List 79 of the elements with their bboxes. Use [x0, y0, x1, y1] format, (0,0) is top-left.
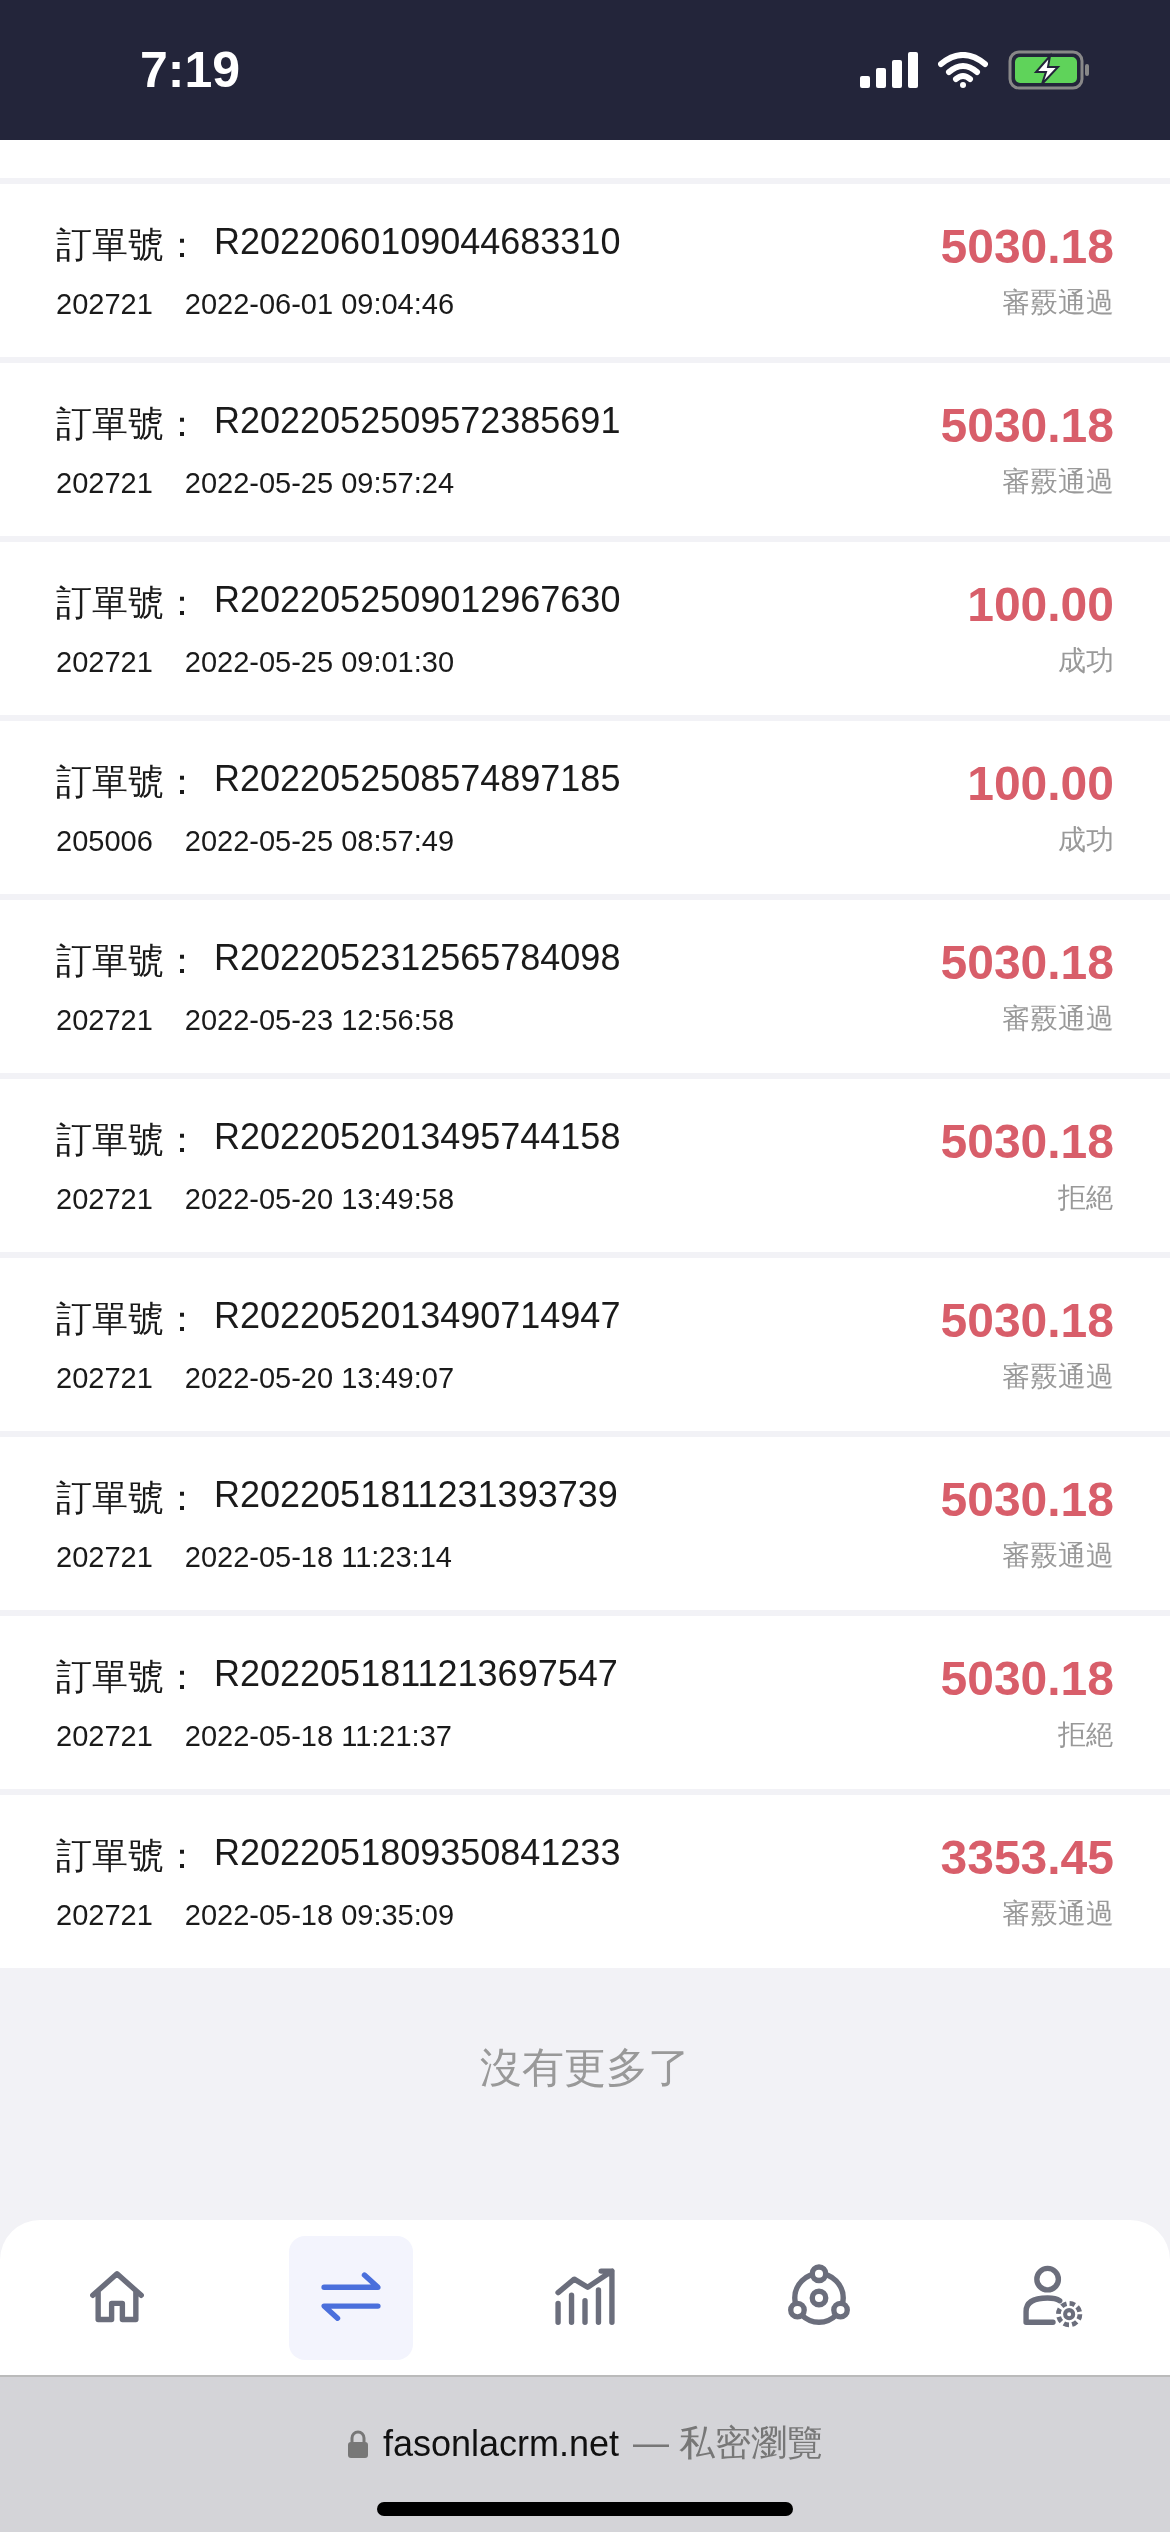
order-row[interactable]: 訂單號： R2022051811213697547 202721 2022-05-18 11:21:37 5030.18 拒絕: [0, 1616, 1170, 1789]
clock-time: 7:19: [140, 41, 241, 99]
order-label: 訂單號：: [56, 1654, 200, 1699]
order-amount: 5030.18: [940, 1293, 1114, 1348]
url-text[interactable]: fasonlacrm.net: [382, 2422, 620, 2465]
end-of-list-message: 沒有更多了: [480, 2043, 690, 2090]
user-id: 202721: [56, 1540, 153, 1574]
order-row[interactable]: 訂單號： R2022051811231393739 202721 2022-05-18 11:23:14 5030.18 審覈通過: [0, 1437, 1170, 1610]
order-label: 訂單號：: [56, 1117, 200, 1162]
order-status: 拒絕: [1058, 1718, 1114, 1752]
order-row[interactable]: 訂單號： R2022051809350841233 202721 2022-05-18 09:35:09 3353.45 審覈通過: [0, 1795, 1170, 1968]
order-datetime: 2022-05-20 13:49:58: [184, 1182, 455, 1216]
order-number: R2022052509012967630: [214, 578, 621, 622]
user-id: 202721: [56, 1003, 153, 1037]
order-number: R2022052509572385691: [214, 399, 621, 443]
order-datetime: 2022-05-18 11:23:14: [184, 1540, 452, 1574]
order-amount: 3353.45: [940, 1830, 1114, 1885]
order-row[interactable]: 訂單號： R2022052013495744158 202721 2022-05-20 13:49:58 5030.18 拒絕: [0, 1079, 1170, 1252]
user-id: 202721: [56, 1898, 153, 1932]
browsing-mode: — 私密瀏覽: [633, 2421, 824, 2465]
wifi-icon: [938, 52, 988, 88]
order-datetime: 2022-05-23 12:56:58: [184, 1003, 455, 1037]
order-number: R2022051809350841233: [214, 1831, 621, 1875]
user-id: 202721: [56, 466, 153, 500]
order-label: 訂單號：: [56, 580, 200, 625]
order-datetime: 2022-05-25 08:57:49: [184, 824, 455, 858]
order-amount: 100.00: [967, 756, 1114, 811]
order-label: 訂單號：: [56, 1296, 200, 1341]
order-row[interactable]: 訂單號： R2022052508574897185 205006 2022-05-25 08:57:49 100.00 成功: [0, 721, 1170, 894]
order-amount: 5030.18: [940, 1114, 1114, 1169]
order-status: 成功: [1058, 823, 1114, 857]
order-label: 訂單號：: [56, 1475, 200, 1520]
order-status: 拒絕: [1058, 1181, 1114, 1215]
order-amount: 100.00: [967, 577, 1114, 632]
order-status: 審覈通過: [1002, 1539, 1114, 1573]
tab-button[interactable]: [289, 2235, 413, 2360]
order-datetime: 2022-05-25 09:01:30: [184, 645, 455, 679]
order-status: 審覈通過: [1002, 1360, 1114, 1394]
user-id: 202721: [56, 1182, 153, 1216]
order-label: 訂單號：: [56, 759, 200, 804]
order-row[interactable]: 訂單號： R2022060109044683310 202721 2022-06-01 09:04:46 5030.18 審覈通過: [0, 184, 1170, 357]
order-datetime: 2022-05-18 09:35:09: [184, 1898, 455, 1932]
battery-charging-icon: [1008, 50, 1090, 90]
order-row[interactable]: 訂單號： R2022052509012967630 202721 2022-05-25 09:01:30 100.00 成功: [0, 542, 1170, 715]
order-row[interactable]: 訂單號： R2022052013490714947 202721 2022-05-20 13:49:07 5030.18 審覈通過: [0, 1258, 1170, 1431]
order-label: 訂單號：: [56, 401, 200, 446]
order-status: 審覈通過: [1002, 286, 1114, 320]
order-number: R2022051811213697547: [214, 1652, 618, 1696]
order-amount: 5030.18: [940, 1651, 1114, 1706]
order-number: R2022052508574897185: [214, 757, 621, 801]
order-datetime: 2022-05-20 13:49:07: [184, 1361, 455, 1395]
order-status: 成功: [1058, 644, 1114, 678]
order-status: 審覈通過: [1002, 1002, 1114, 1036]
user-id: 202721: [56, 645, 153, 679]
order-datetime: 2022-06-01 09:04:46: [184, 287, 455, 321]
order-amount: 5030.18: [940, 935, 1114, 990]
order-datetime: 2022-05-18 11:21:37: [184, 1719, 452, 1753]
order-label: 訂單號：: [56, 222, 200, 267]
order-label: 訂單號：: [56, 938, 200, 983]
order-amount: 5030.18: [940, 219, 1114, 274]
order-number: R2022052013490714947: [214, 1294, 621, 1338]
user-id: 202721: [56, 1361, 153, 1395]
user-id: 202721: [56, 1719, 153, 1753]
order-amount: 5030.18: [940, 398, 1114, 453]
order-amount: 5030.18: [940, 1472, 1114, 1527]
order-datetime: 2022-05-25 09:57:24: [184, 466, 455, 500]
user-id: 205006: [56, 824, 153, 858]
order-number: R2022051811231393739: [214, 1473, 618, 1517]
order-number: R2022052312565784098: [214, 936, 621, 980]
signal-icon: [860, 52, 918, 88]
lock-icon: [346, 2428, 369, 2459]
order-row[interactable]: 訂單號： R2022052312565784098 202721 2022-05-23 12:56:58 5030.18 審覈通過: [0, 900, 1170, 1073]
order-label: 訂單號：: [56, 1833, 200, 1878]
order-status: 審覈通過: [1002, 465, 1114, 499]
order-number: R2022060109044683310: [214, 220, 621, 264]
order-status: 審覈通過: [1002, 1897, 1114, 1931]
order-row[interactable]: 訂單號： R2022052509572385691 202721 2022-05-25 09:57:24 5030.18 審覈通過: [0, 363, 1170, 536]
order-number: R2022052013495744158: [214, 1115, 621, 1159]
user-id: 202721: [56, 287, 153, 321]
